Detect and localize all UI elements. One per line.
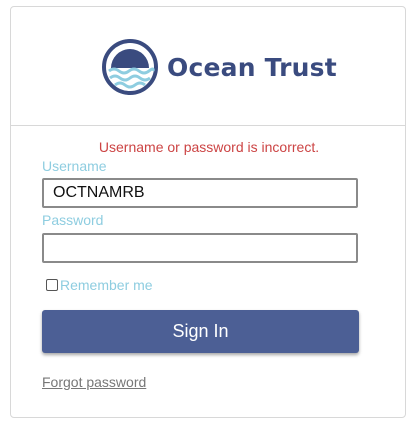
login-error-message: Username or password is incorrect.	[98, 139, 320, 155]
brand-name: Ocean Trust	[167, 52, 337, 82]
remember-me-label[interactable]: Remember me	[60, 277, 153, 293]
password-input[interactable]	[42, 233, 358, 263]
brand-logo: Ocean Trust	[101, 38, 337, 96]
login-header: Ocean Trust	[11, 7, 405, 126]
remember-me-row[interactable]: Remember me	[46, 277, 153, 293]
forgot-password-link[interactable]: Forgot password	[42, 374, 146, 390]
password-label: Password	[42, 212, 104, 228]
username-input[interactable]	[42, 178, 358, 208]
sign-in-button[interactable]: Sign In	[42, 310, 359, 353]
remember-me-checkbox[interactable]	[46, 279, 58, 291]
username-label: Username	[42, 158, 107, 174]
sun-over-waves-logo-icon	[102, 39, 158, 95]
